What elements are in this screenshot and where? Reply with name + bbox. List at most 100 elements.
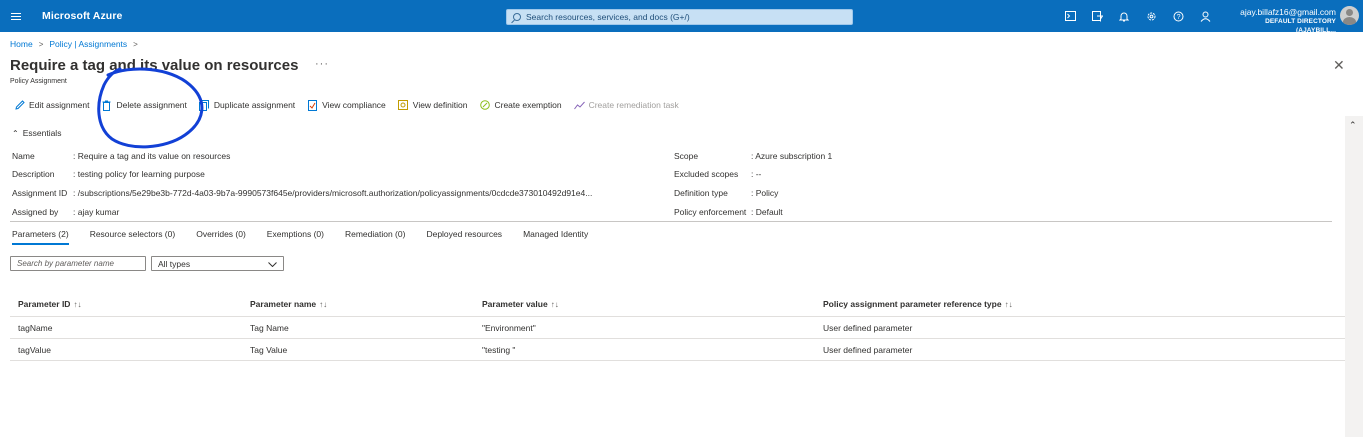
user-directory: DEFAULT DIRECTORY (AJAYBILL... [1265, 18, 1336, 34]
create-exemption-label: Create exemption [494, 100, 562, 110]
essentials-definition-type-value: : Policy [751, 188, 779, 198]
cell-parameter-value: "Environment" [482, 322, 536, 333]
essentials-divider [10, 221, 1332, 222]
essentials-assigned-by-key: Assigned by [12, 207, 59, 217]
user-email: ajay.billafz16@gmail.com [1240, 7, 1336, 17]
more-options-icon[interactable]: ··· [315, 58, 329, 70]
tab-deployed-resources[interactable]: Deployed resources [426, 229, 502, 245]
essentials-label: Essentials [22, 128, 62, 138]
chevron-down-icon [268, 259, 277, 269]
account-info[interactable]: ajay.billafz16@gmail.com DEFAULT DIRECTO… [1224, 8, 1336, 35]
help-icon[interactable]: ? [1168, 9, 1188, 23]
parameters-table: Parameter ID ↑↓ Parameter name ↑↓ Paramete… [10, 291, 1345, 361]
essentials-excluded-scopes-value: : -- [751, 169, 762, 179]
essentials-name-key: Name [12, 151, 35, 161]
tab-remediation[interactable]: Remediation (0) [345, 229, 405, 245]
view-definition-label: View definition [412, 100, 468, 110]
edit-assignment-label: Edit assignment [29, 100, 90, 110]
column-header-parameter-id[interactable]: Parameter ID ↑↓ [10, 299, 242, 309]
delete-assignment-label: Delete assignment [116, 100, 187, 110]
table-row[interactable]: tagValue Tag Value "testing " User defin… [10, 339, 1345, 361]
svg-text:?: ? [1176, 14, 1180, 21]
avatar[interactable] [1340, 6, 1359, 25]
column-header-parameter-value[interactable]: Parameter value ↑↓ [474, 299, 815, 309]
search-icon [513, 13, 521, 21]
sort-icon[interactable]: ↑↓ [551, 300, 559, 309]
close-icon[interactable]: ✕ [1333, 57, 1345, 74]
menu-icon[interactable] [2, 0, 30, 32]
settings-icon[interactable] [1141, 9, 1161, 23]
essentials-description-key: Description [12, 169, 55, 179]
tab-bar: Parameters (2) Resource selectors (0) Ov… [12, 229, 609, 245]
breadcrumb-home[interactable]: Home [10, 39, 33, 49]
cell-parameter-id: tagValue [18, 344, 51, 355]
cell-parameter-name: Tag Value [250, 344, 288, 355]
tab-overrides[interactable]: Overrides (0) [196, 229, 246, 245]
pencil-icon [14, 100, 25, 111]
page-subtitle: Policy Assignment [10, 78, 67, 85]
column-header-reference-type[interactable]: Policy assignment parameter reference ty… [815, 299, 1345, 309]
page-title: Require a tag and its value on resources [10, 57, 299, 74]
duplicate-icon [199, 99, 210, 111]
essentials-definition-type-key: Definition type [674, 188, 728, 198]
view-compliance-label: View compliance [322, 100, 386, 110]
command-bar: Edit assignment Delete assignment Duplic… [14, 98, 691, 112]
cloud-shell-icon[interactable] [1060, 9, 1080, 23]
essentials-excluded-scopes-key: Excluded scopes [674, 169, 739, 179]
tab-parameters[interactable]: Parameters (2) [12, 229, 69, 245]
create-remediation-task-button[interactable]: Create remediation task [573, 100, 679, 111]
parameter-search-input[interactable]: Search by parameter name [10, 256, 146, 271]
duplicate-assignment-button[interactable]: Duplicate assignment [199, 99, 295, 111]
top-bar-icons: ? [1060, 9, 1222, 23]
essentials-policy-enforcement-key: Policy enforcement [674, 207, 747, 217]
column-header-parameter-name[interactable]: Parameter name ↑↓ [242, 299, 474, 309]
cell-reference-type: User defined parameter [823, 322, 913, 333]
create-remediation-task-label: Create remediation task [588, 100, 679, 110]
essentials-name-value: : Require a tag and its value on resourc… [73, 151, 231, 161]
create-exemption-button[interactable]: Create exemption [479, 100, 562, 111]
sort-icon[interactable]: ↑↓ [1005, 300, 1013, 309]
essentials-scope-value: : Azure subscription 1 [751, 151, 833, 161]
chevron-up-icon: ⌃ [12, 128, 19, 138]
sort-icon[interactable]: ↑↓ [73, 300, 81, 309]
cell-parameter-name: Tag Name [250, 322, 289, 333]
chevron-up-icon[interactable]: ⌃ [1349, 120, 1357, 131]
chevron-right-icon: > [38, 39, 44, 49]
table-row[interactable]: tagName Tag Name "Environment" User defi… [10, 317, 1345, 339]
top-bar: Microsoft Azure Search resources, servic… [0, 0, 1363, 35]
parameter-search-placeholder: Search by parameter name [17, 259, 114, 268]
vertical-scrollbar[interactable]: ⌃ [1345, 116, 1363, 437]
view-definition-button[interactable]: View definition [398, 100, 468, 111]
brand-name[interactable]: Microsoft Azure [42, 10, 122, 22]
essentials-assignment-id-value: : /subscriptions/5e29be3b-772d-4a03-9b7a… [73, 188, 593, 198]
breadcrumb: Home > Policy | Assignments > [10, 39, 144, 49]
global-search-input[interactable]: Search resources, services, and docs (G+… [506, 9, 853, 25]
global-search-placeholder: Search resources, services, and docs (G+… [526, 12, 690, 22]
view-compliance-button[interactable]: View compliance [307, 99, 386, 111]
essentials-assignment-id-key: Assignment ID [12, 188, 68, 198]
cell-parameter-id: tagName [18, 322, 53, 333]
feedback-icon[interactable] [1195, 9, 1215, 23]
cell-reference-type: User defined parameter [823, 344, 913, 355]
essentials-assigned-by-value: : ajay kumar [73, 207, 120, 217]
type-filter-dropdown[interactable]: All types [151, 256, 284, 271]
compliance-icon [307, 99, 318, 111]
delete-assignment-button[interactable]: Delete assignment [101, 100, 187, 111]
notifications-icon[interactable] [1114, 9, 1134, 23]
breadcrumb-policy-assignments[interactable]: Policy | Assignments [49, 39, 127, 49]
exemption-icon [479, 100, 490, 111]
table-header: Parameter ID ↑↓ Parameter name ↑↓ Paramete… [10, 291, 1345, 317]
tab-exemptions[interactable]: Exemptions (0) [267, 229, 324, 245]
essentials-policy-enforcement-value: : Default [751, 207, 783, 217]
essentials-description-value: : testing policy for learning purpose [73, 169, 205, 179]
tab-resource-selectors[interactable]: Resource selectors (0) [90, 229, 176, 245]
sort-icon[interactable]: ↑↓ [319, 300, 327, 309]
directory-filter-icon[interactable] [1087, 9, 1107, 23]
chevron-right-icon: > [133, 39, 138, 49]
essentials-scope-key: Scope [674, 151, 699, 161]
edit-assignment-button[interactable]: Edit assignment [14, 100, 89, 111]
essentials-toggle[interactable]: ⌃ Essentials [12, 128, 61, 138]
tab-managed-identity[interactable]: Managed Identity [523, 229, 588, 245]
cell-parameter-value: "testing " [482, 344, 516, 355]
remediation-icon [573, 100, 585, 111]
